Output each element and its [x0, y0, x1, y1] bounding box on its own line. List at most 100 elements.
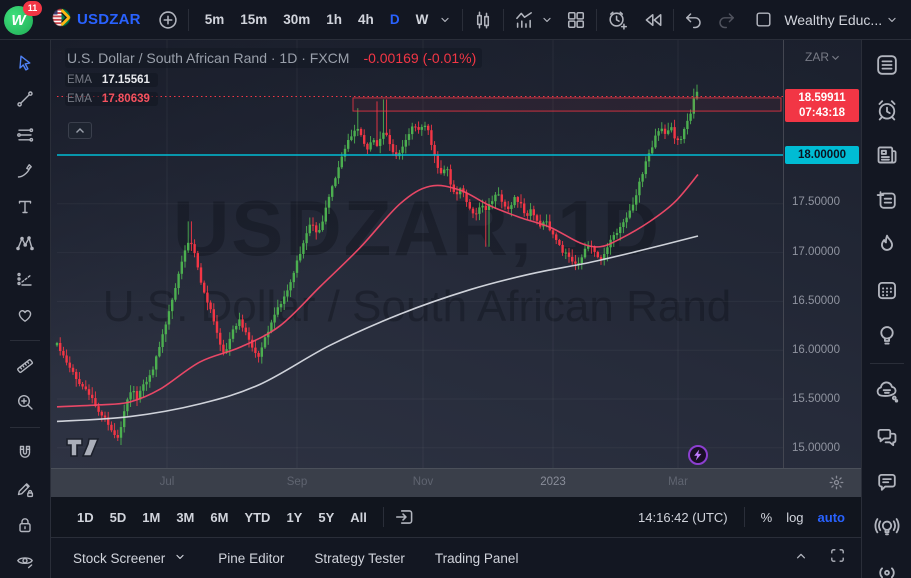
chart-type-button[interactable] — [470, 7, 496, 33]
range-YTD[interactable]: YTD — [236, 506, 278, 529]
save-layout-checkbox[interactable] — [751, 7, 776, 32]
redo-icon — [716, 9, 737, 30]
compare-add-button[interactable] — [155, 7, 181, 33]
sidebar-divider — [870, 363, 904, 364]
interval-switcher: 5m15m30m1h4hDW — [198, 8, 436, 31]
indicators-button[interactable] — [511, 7, 537, 33]
zoom-in-tool[interactable] — [10, 388, 40, 416]
chart-area[interactable]: USDZAR, 1D U.S. Dollar / South African R… — [51, 40, 861, 468]
range-5Y[interactable]: 5Y — [310, 506, 342, 529]
time-axis[interactable]: JulSepNov2023Mar — [51, 468, 861, 497]
hide-drawings-tool[interactable] — [10, 547, 40, 575]
minds-button[interactable] — [872, 378, 902, 406]
price-tick: 17.00000 — [792, 246, 840, 258]
tradingview-logo-icon[interactable] — [65, 434, 105, 464]
panel-fullscreen-button[interactable] — [828, 546, 847, 570]
layout-name[interactable]: Wealthy Educ... — [784, 12, 882, 28]
pattern-tool[interactable] — [10, 229, 40, 257]
toolbar-divider — [744, 507, 745, 527]
fib-retracement-tool[interactable] — [10, 121, 40, 149]
notes-button[interactable] — [872, 186, 902, 214]
replay-icon — [642, 9, 664, 31]
brush-tool[interactable] — [10, 157, 40, 185]
create-alert-button[interactable] — [604, 7, 630, 33]
price-tick: 16.50000 — [792, 295, 840, 307]
percent-scale-button[interactable]: % — [761, 510, 773, 525]
toolbar-divider — [462, 9, 463, 31]
event-lightning-marker[interactable] — [688, 445, 708, 465]
interval-menu-button[interactable] — [435, 10, 455, 30]
chats-button[interactable] — [872, 423, 902, 451]
interval-30m[interactable]: 30m — [276, 8, 317, 31]
cursor-tool[interactable] — [10, 49, 40, 77]
undo-button[interactable] — [681, 7, 706, 32]
server-clock[interactable]: 14:16:42 (UTC) — [638, 510, 728, 525]
symbol-search-button[interactable]: USDZAR — [52, 8, 141, 32]
streams-button[interactable] — [872, 513, 902, 541]
log-scale-button[interactable]: log — [786, 510, 803, 525]
interval-4h[interactable]: 4h — [351, 8, 381, 31]
drawing-mode-tool[interactable] — [10, 475, 40, 503]
range-All[interactable]: All — [342, 506, 375, 529]
measure-tool[interactable] — [10, 352, 40, 380]
ema-value: 17.80639 — [102, 93, 150, 105]
last-price-label[interactable]: 18.59911 07:43:18 — [785, 89, 859, 122]
redo-button[interactable] — [714, 7, 739, 32]
alerts-button[interactable] — [872, 96, 902, 124]
app-logo[interactable]: W 11 — [4, 3, 38, 37]
legend-collapse-button[interactable] — [68, 122, 92, 139]
interval-D[interactable]: D — [383, 8, 407, 31]
layout-button[interactable] — [563, 7, 589, 33]
panel-tab-pine-editor[interactable]: Pine Editor — [218, 545, 284, 572]
bar-replay-button[interactable] — [640, 7, 666, 33]
interval-5m[interactable]: 5m — [198, 8, 232, 31]
price-axis[interactable]: ZAR 17.5000017.0000016.5000016.0000015.5… — [783, 40, 861, 468]
fullscreen-icon — [828, 552, 847, 569]
panel-tab-trading-panel[interactable]: Trading Panel — [435, 545, 519, 572]
forecast-tool[interactable] — [10, 265, 40, 293]
ema-indicator-row[interactable]: EMA 17.15561 — [65, 73, 158, 87]
toolbar-divider — [10, 427, 40, 428]
toolbar-divider — [383, 507, 384, 527]
hotlists-button[interactable] — [872, 231, 902, 259]
watchlist-button[interactable] — [872, 51, 902, 79]
ideas-button[interactable] — [872, 321, 902, 349]
range-1M[interactable]: 1M — [134, 506, 168, 529]
go-to-date-button[interactable] — [392, 504, 418, 530]
panel-expand-button[interactable] — [792, 547, 810, 570]
range-1D[interactable]: 1D — [69, 506, 102, 529]
lightning-icon — [693, 449, 703, 461]
calendar-button[interactable] — [872, 276, 902, 304]
bottom-toolbar: 1D5D1M3M6MYTD1Y5YAll 14:16:42 (UTC) % lo… — [51, 497, 861, 537]
range-5D[interactable]: 5D — [102, 506, 135, 529]
range-3M[interactable]: 3M — [168, 506, 202, 529]
support-level-label[interactable]: 18.00000 — [785, 146, 859, 164]
interval-1h[interactable]: 1h — [319, 8, 349, 31]
text-tool[interactable] — [10, 193, 40, 221]
lock-drawings-tool[interactable] — [10, 511, 40, 539]
range-1Y[interactable]: 1Y — [278, 506, 310, 529]
chevron-down-icon — [437, 12, 453, 28]
range-switcher: 1D5D1M3M6MYTD1Y5YAll — [69, 506, 375, 529]
range-6M[interactable]: 6M — [202, 506, 236, 529]
currency-selector[interactable]: ZAR — [784, 50, 861, 64]
auto-scale-button[interactable]: auto — [818, 510, 845, 525]
axis-settings-button[interactable] — [827, 473, 846, 497]
magnet-tool[interactable] — [10, 439, 40, 467]
drawing-toolbar — [0, 40, 51, 578]
interval-W[interactable]: W — [409, 8, 436, 31]
emoji-tool[interactable] — [10, 301, 40, 329]
comments-button[interactable] — [872, 468, 902, 496]
panel-tab-strategy-tester[interactable]: Strategy Tester — [314, 545, 405, 572]
indicators-menu-button[interactable] — [537, 10, 557, 30]
news-button[interactable] — [872, 141, 902, 169]
ema-indicator-row[interactable]: EMA 17.80639 — [65, 92, 158, 106]
panel-tab-stock-screener[interactable]: Stock Screener — [73, 543, 188, 574]
symbol-title[interactable]: U.S. Dollar / South African Rand · 1D · … — [67, 50, 349, 66]
interval-15m[interactable]: 15m — [233, 8, 274, 31]
layout-menu-button[interactable] — [882, 10, 902, 30]
trend-line-tool[interactable] — [10, 85, 40, 113]
toolbar-divider — [10, 340, 40, 341]
broadcast-button[interactable] — [872, 558, 902, 578]
time-tick: Mar — [668, 476, 688, 488]
